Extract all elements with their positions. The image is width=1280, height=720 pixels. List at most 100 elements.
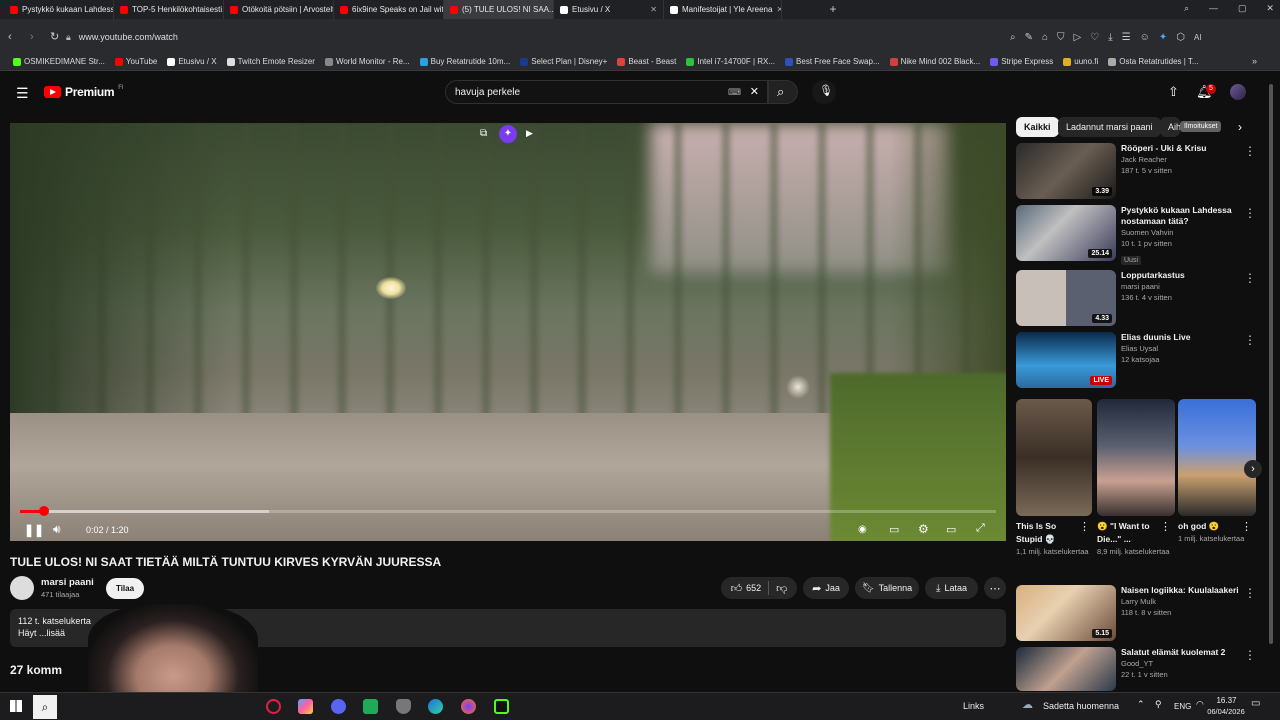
chip-related[interactable]: Aih [1160, 117, 1180, 137]
thumbs-down-icon[interactable]: 👎︎ [776, 582, 787, 595]
hamburger-menu-icon[interactable]: ☰ [16, 85, 29, 102]
like-button[interactable]: 👍︎ 652 [731, 582, 762, 595]
scrollbar-thumb[interactable] [1269, 84, 1273, 644]
weather-text[interactable]: Sadetta huomenna [1043, 701, 1119, 711]
bookmark-item[interactable]: Etusivu / X [162, 57, 221, 66]
download-button[interactable]: ⤓ Lataa [925, 577, 978, 599]
bookmarks-overflow-icon[interactable]: » [1252, 56, 1257, 66]
bookmark-item[interactable]: YouTube [110, 57, 162, 66]
search-button[interactable]: ⌕ [768, 80, 798, 104]
shield-icon[interactable]: ⛉ [1057, 32, 1065, 43]
opera-gx-icon[interactable] [266, 699, 281, 714]
bookmark-item[interactable]: uuno.fi [1058, 57, 1103, 66]
more-options-icon[interactable]: ⋮ [1244, 587, 1256, 599]
back-icon[interactable]: ‹ [8, 31, 12, 43]
home-icon[interactable]: ⌂ [1042, 32, 1048, 43]
stacked-app-icon[interactable] [298, 699, 313, 714]
bookmark-item[interactable]: Select Plan | Disney+ [515, 57, 612, 66]
youtube-logo[interactable]: Premium FI [44, 85, 124, 99]
zoom-icon[interactable]: ⌕ [1010, 32, 1016, 43]
voice-search-button[interactable]: 🎙︎ [812, 80, 836, 104]
chip-all[interactable]: Kaikki [1016, 117, 1059, 137]
network-icon[interactable]: ⚲ [1155, 699, 1162, 710]
obs-green-icon[interactable] [363, 699, 378, 714]
bookmark-item[interactable]: Stripe Express [985, 57, 1058, 66]
clock-date[interactable]: 06/04/2026 [1200, 707, 1252, 716]
heart-icon[interactable]: ♡ [1090, 32, 1099, 43]
edit-icon[interactable]: ✎ [1025, 32, 1033, 43]
volume-icon[interactable]: 🔊︎ [53, 522, 61, 537]
browser-tab[interactable]: Otökoitä pötsiin | Arvosteltu...✕ [224, 0, 334, 19]
ai-sparkle-button[interactable]: ✦ [499, 125, 517, 143]
forward-icon[interactable]: › [30, 31, 34, 43]
chip-uploaded-by[interactable]: Ladannut marsi paani [1058, 117, 1161, 137]
camera-icon[interactable]: ▶ [526, 128, 533, 139]
channel-name[interactable]: Suomen Vahvin [1121, 227, 1246, 238]
theater-mode-icon[interactable]: ▭ [946, 523, 956, 536]
video-thumbnail[interactable]: 25.14 [1016, 205, 1116, 261]
menu-list-icon[interactable]: ☰ [1122, 32, 1131, 43]
miniplayer-icon[interactable]: ⧉ [480, 128, 487, 139]
share-button[interactable]: ➦ Jaa [803, 577, 849, 599]
shorts-next-icon[interactable]: › [1244, 460, 1262, 478]
url-field[interactable]: 🔒︎ www.youtube.com/watch [66, 28, 996, 46]
video-player[interactable] [10, 123, 1006, 541]
discord-icon[interactable] [331, 699, 346, 714]
channel-avatar[interactable] [10, 576, 34, 600]
channel-name[interactable]: marsi paani [41, 577, 94, 588]
profile-icon[interactable]: ☺ [1140, 32, 1150, 43]
keyboard-icon[interactable]: ⌨ [728, 87, 741, 98]
browser-tab[interactable]: 6ix9ine Speaks on Jail with...✕ [334, 0, 444, 19]
recommended-video[interactable]: LIVE Elias duunis Live Elias Uysal 12 katso… [1016, 332, 1262, 390]
ai-button[interactable]: AI [1194, 33, 1202, 42]
browser-tab[interactable]: Manifestoijat | Yle Areena✕ [664, 0, 782, 19]
tray-chevron-icon[interactable]: ⌃ [1137, 699, 1145, 710]
kick-app-icon[interactable] [494, 699, 509, 714]
more-options-icon[interactable]: ⋮ [1244, 207, 1256, 219]
more-options-icon[interactable]: ⋮ [1244, 334, 1256, 346]
firefox-icon[interactable] [461, 699, 476, 714]
download-icon[interactable]: ⤓ [1108, 32, 1112, 43]
browser-tab[interactable]: TOP-5 Henkilökohtaisesti...✕ [114, 0, 224, 19]
language-indicator[interactable]: ENG [1174, 702, 1191, 711]
chips-next-icon[interactable]: › [1238, 120, 1242, 134]
bookmark-item[interactable]: Intel i7-14700F | RX... [681, 57, 780, 66]
clock-time[interactable]: 16.37 [1209, 696, 1244, 705]
account-avatar[interactable] [1230, 84, 1246, 100]
taskbar-search-icon[interactable]: ⌕ [33, 695, 57, 719]
bookmark-item[interactable]: OSMIKEDIMANE Str... [8, 57, 110, 66]
extension-blue-icon[interactable]: ✦ [1159, 32, 1167, 43]
video-title[interactable]: Salatut elämät kuolemat 2 [1121, 647, 1246, 658]
clear-search-icon[interactable]: ✕ [750, 85, 759, 98]
bookmark-item[interactable]: Buy Retatrutide 10m... [415, 57, 516, 66]
close-window-icon[interactable]: ✕ [1266, 3, 1274, 16]
channel-name[interactable]: marsi paani [1121, 281, 1246, 292]
tab-close-icon[interactable]: ✕ [650, 5, 657, 14]
video-title[interactable]: Elias duunis Live [1121, 332, 1246, 343]
search-tabs-icon[interactable]: ⌕ [1184, 3, 1189, 16]
recommended-video[interactable]: 25.14 Pystykkö kukaan Lahdessa nostamaan … [1016, 205, 1262, 265]
video-thumbnail[interactable]: LIVE [1016, 332, 1116, 388]
more-options-icon[interactable]: ⋮ [1244, 649, 1256, 661]
video-title[interactable]: Rööperi - Uki & Krisu [1121, 143, 1246, 154]
search-input[interactable]: havuja perkele ⌨ ✕ [445, 80, 768, 104]
channel-name[interactable]: Larry Mulk [1121, 596, 1246, 607]
links-toolbar[interactable]: Links [963, 701, 984, 711]
bookmark-item[interactable]: Osta Retatrutides | T... [1103, 57, 1203, 66]
pause-button[interactable]: ❚❚ [24, 523, 44, 537]
save-button[interactable]: 🔖︎ Tallenna [855, 577, 919, 599]
tab-close-icon[interactable]: ✕ [776, 5, 781, 14]
bookmark-item[interactable]: World Monitor - Re... [320, 57, 415, 66]
short-item[interactable]: 😮 "I Want to Die..." ... 8,9 milj. katsel… [1097, 520, 1175, 557]
settings-gear-icon[interactable]: ⚙ [918, 522, 929, 536]
new-tab-button[interactable]: + [826, 2, 840, 16]
video-thumbnail[interactable]: 4.33 [1016, 270, 1116, 326]
more-options-icon[interactable]: ⋮ [1160, 522, 1171, 533]
shield-app-icon[interactable] [396, 699, 411, 714]
recommended-video[interactable]: 5.15 Naisen logiikka: Kuulalaakeri Larry M… [1016, 585, 1262, 643]
bookmark-item[interactable]: Twitch Emote Resizer [222, 57, 320, 66]
create-upload-icon[interactable]: ⇧ [1168, 84, 1179, 100]
page-scrollbar[interactable] [1268, 76, 1274, 688]
browser-tab[interactable]: Etusivu / X ✕ [554, 0, 664, 19]
autoplay-toggle[interactable]: ◉ [858, 524, 867, 535]
